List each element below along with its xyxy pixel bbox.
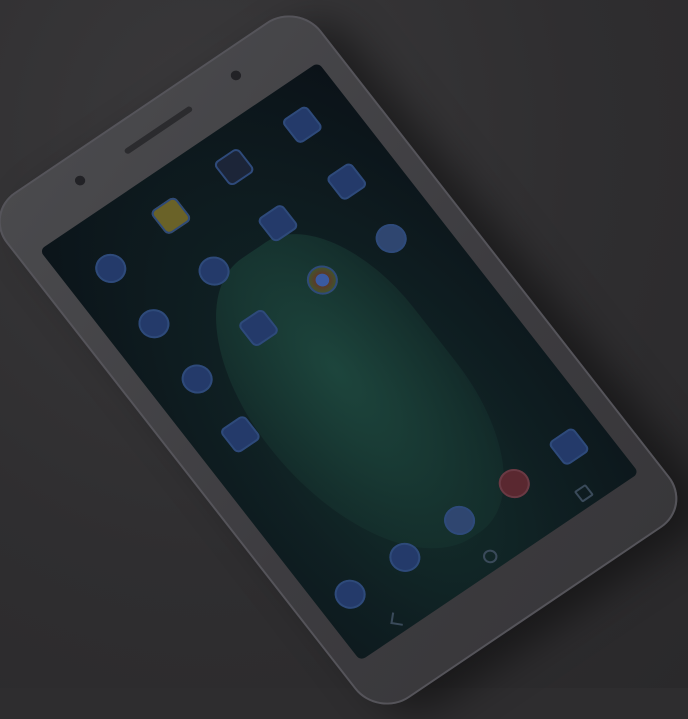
front-sensor — [72, 173, 88, 188]
app-icon[interactable] — [89, 248, 133, 289]
phone-icon[interactable] — [328, 574, 372, 615]
app-icon[interactable] — [280, 104, 324, 145]
earpiece-speaker — [123, 105, 194, 155]
recents-icon[interactable] — [573, 484, 594, 503]
home-icon[interactable] — [480, 547, 501, 566]
settings-icon[interactable] — [369, 218, 413, 259]
contacts-icon[interactable] — [492, 463, 536, 504]
app-icon[interactable] — [212, 146, 256, 188]
app-icon[interactable] — [175, 358, 219, 400]
app-icon[interactable] — [325, 161, 369, 202]
camera-icon[interactable] — [547, 426, 591, 467]
app-icon[interactable] — [132, 303, 176, 344]
app-icon[interactable] — [149, 195, 193, 237]
back-icon[interactable] — [390, 612, 405, 626]
table-surface — [0, 0, 688, 719]
apps-drawer-icon[interactable] — [437, 500, 482, 541]
messages-icon[interactable] — [383, 537, 427, 578]
front-camera — [228, 68, 244, 83]
smartphone — [0, 0, 688, 719]
